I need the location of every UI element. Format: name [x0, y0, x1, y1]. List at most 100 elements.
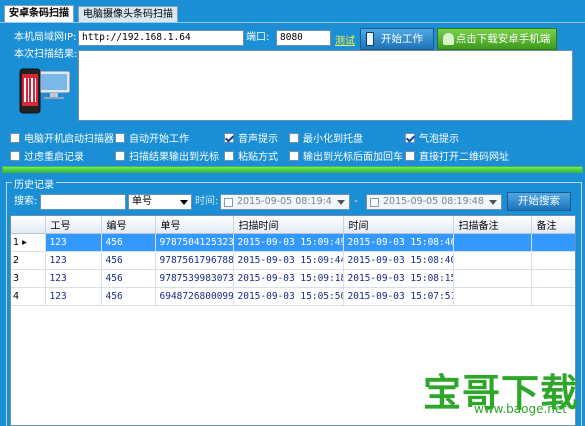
- option-label: 电脑开机启动扫描器: [24, 134, 114, 145]
- cell[interactable]: [453, 269, 532, 288]
- cell[interactable]: 2015-09-03 15:08:15: [343, 269, 454, 288]
- checkbox[interactable]: [405, 132, 415, 143]
- cell[interactable]: 456: [101, 251, 156, 270]
- ip-input[interactable]: http://192.168.1.64: [78, 30, 244, 46]
- col-time[interactable]: 时间: [343, 216, 454, 234]
- checkbox[interactable]: [224, 132, 234, 143]
- phone-icon: [366, 32, 374, 46]
- search-label: 搜索:: [14, 196, 38, 207]
- chevron-down-icon: [337, 200, 345, 205]
- cell[interactable]: 2015-09-03 15:09:44: [233, 251, 344, 270]
- row-index: 4: [11, 287, 46, 306]
- col-scan-time[interactable]: 扫描时间: [233, 216, 344, 234]
- cell[interactable]: 2015-09-03 15:05:50: [233, 287, 344, 306]
- option-bubble[interactable]: 气泡提示: [405, 130, 459, 145]
- col-code[interactable]: 编号: [101, 216, 156, 234]
- option-label: 输出到光标后面加回车: [303, 152, 403, 163]
- col-scan-note[interactable]: 扫描备注: [453, 216, 532, 234]
- checkbox[interactable]: [115, 150, 125, 161]
- cell[interactable]: [531, 269, 575, 288]
- field-select[interactable]: 单号: [128, 194, 192, 210]
- start-work-button[interactable]: 开始工作: [360, 28, 434, 50]
- tab-divider: [0, 22, 585, 23]
- option-open-qr-url[interactable]: 直接打开二维码网址: [405, 148, 509, 163]
- checkbox[interactable]: [115, 132, 125, 143]
- scan-result-textarea[interactable]: [78, 50, 573, 121]
- col-index: [11, 216, 46, 234]
- checkbox[interactable]: [370, 198, 379, 207]
- cell[interactable]: [453, 287, 532, 306]
- port-input[interactable]: 8080: [276, 30, 331, 46]
- option-autostart[interactable]: 电脑开机启动扫描器: [10, 130, 114, 145]
- option-filter-restart[interactable]: 过虑重启记录: [10, 148, 84, 163]
- col-note[interactable]: 备注: [531, 216, 575, 234]
- option-label: 扫描结果输出到光标: [129, 152, 219, 163]
- time-from-value: 2015-09-05 08:19:4: [237, 196, 332, 207]
- option-paste-mode[interactable]: 粘贴方式: [224, 148, 278, 163]
- time-label: 时间:: [195, 196, 219, 207]
- time-to-value: 2015-09-05 08:19:48: [383, 196, 484, 207]
- watermark-url: www.baoge.net: [474, 402, 567, 416]
- cell[interactable]: 2015-09-03 15:09:49: [233, 233, 344, 252]
- table-row[interactable]: 3 123 456 9787539983073 2015-09-03 15:09…: [11, 269, 575, 288]
- table-row[interactable]: 1 ▸ 123 456 9787504125323 2015-09-03 15:…: [11, 233, 575, 252]
- test-link[interactable]: 测试: [335, 32, 355, 47]
- option-label: 气泡提示: [419, 134, 459, 145]
- checkbox[interactable]: [224, 150, 234, 161]
- cell[interactable]: 2015-09-03 15:09:18: [233, 269, 344, 288]
- cell[interactable]: [531, 251, 575, 270]
- checkbox[interactable]: [10, 150, 20, 161]
- cell[interactable]: 2015-09-03 15:08:40: [343, 251, 454, 270]
- row-index: 3: [11, 269, 46, 288]
- cell[interactable]: 456: [101, 269, 156, 288]
- cell[interactable]: 9787504125323: [155, 233, 234, 252]
- cell[interactable]: 123: [45, 287, 102, 306]
- cell[interactable]: [453, 233, 532, 252]
- option-label: 最小化到托盘: [303, 134, 363, 145]
- row-index: 2: [11, 251, 46, 270]
- cell[interactable]: 9787539983073: [155, 269, 234, 288]
- table-row[interactable]: 4 123 456 6948726800099 2015-09-03 15:05…: [11, 287, 575, 306]
- download-app-label: 点击下载安卓手机端: [455, 33, 551, 45]
- checkbox[interactable]: [289, 132, 299, 143]
- cell[interactable]: 456: [101, 233, 156, 252]
- cell[interactable]: 123: [45, 233, 102, 252]
- scanner-phone-icon: [16, 65, 72, 119]
- download-app-button[interactable]: 点击下载安卓手机端: [437, 28, 557, 50]
- option-output-cursor[interactable]: 扫描结果输出到光标: [115, 148, 219, 163]
- progress-bar: [2, 166, 583, 173]
- option-sound[interactable]: 音声提示: [224, 130, 278, 145]
- checkbox[interactable]: [405, 150, 415, 161]
- cell[interactable]: [453, 251, 532, 270]
- tab-android-scan[interactable]: 安卓条码扫描: [4, 5, 74, 23]
- start-work-label: 开始工作: [381, 33, 423, 45]
- checkbox[interactable]: [10, 132, 20, 143]
- row-index: 1 ▸: [11, 233, 46, 252]
- table-row[interactable]: 2 123 456 9787561796788 2015-09-03 15:09…: [11, 251, 575, 270]
- cell[interactable]: 6948726800099: [155, 287, 234, 306]
- cell[interactable]: 456: [101, 287, 156, 306]
- tab-camera-scan[interactable]: 电脑摄像头条码扫描: [78, 6, 178, 22]
- option-label: 过虑重启记录: [24, 152, 84, 163]
- cell[interactable]: 123: [45, 269, 102, 288]
- cell[interactable]: [531, 287, 575, 306]
- col-worker-id[interactable]: 工号: [45, 216, 102, 234]
- option-label: 直接打开二维码网址: [419, 152, 509, 163]
- search-button[interactable]: 开始搜索: [507, 192, 571, 211]
- search-input[interactable]: [40, 194, 126, 210]
- cell[interactable]: 2015-09-03 15:08:46: [343, 233, 454, 252]
- time-to-picker[interactable]: 2015-09-05 08:19:48: [366, 194, 502, 210]
- checkbox[interactable]: [224, 198, 233, 207]
- cell[interactable]: [531, 233, 575, 252]
- checkbox[interactable]: [289, 150, 299, 161]
- table-header: 工号 编号 单号 扫描时间 时间 扫描备注 备注: [11, 216, 575, 234]
- row-pointer-icon: ▸: [19, 236, 27, 248]
- cell[interactable]: 123: [45, 251, 102, 270]
- option-enter-after[interactable]: 输出到光标后面加回车: [289, 148, 403, 163]
- time-from-picker[interactable]: 2015-09-05 08:19:4: [220, 194, 350, 210]
- cell[interactable]: 9787561796788: [155, 251, 234, 270]
- option-auto-work[interactable]: 自动开始工作: [115, 130, 189, 145]
- option-minimize-tray[interactable]: 最小化到托盘: [289, 130, 363, 145]
- cell[interactable]: 2015-09-03 15:07:51: [343, 287, 454, 306]
- col-order-no[interactable]: 单号: [155, 216, 234, 234]
